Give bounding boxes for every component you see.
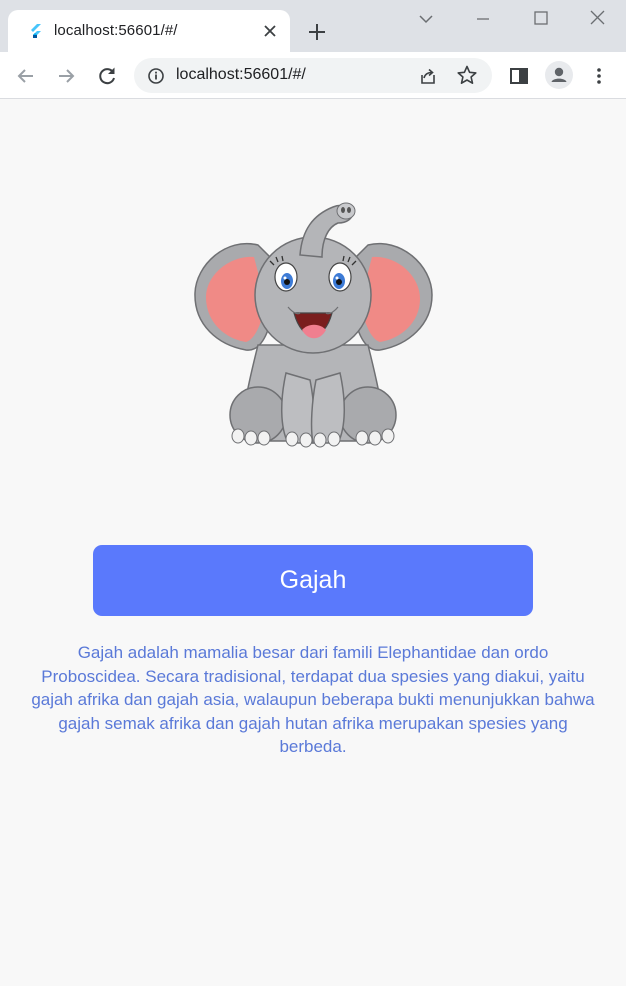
tab-title: localhost:56601/#/ [54,22,178,39]
animal-name-button[interactable]: Gajah [93,545,533,616]
forward-icon[interactable] [54,64,78,88]
minimize-icon[interactable] [472,8,494,30]
back-icon[interactable] [14,64,38,88]
side-panel-icon[interactable] [507,64,531,88]
flutter-icon [31,24,41,38]
close-window-icon[interactable] [587,8,609,30]
share-icon[interactable] [417,65,439,87]
info-icon[interactable] [146,66,166,86]
animal-description: Gajah adalah mamalia besar dari famili E… [31,643,595,756]
browser-tab[interactable]: localhost:56601/#/ [8,10,290,52]
maximize-icon[interactable] [530,8,552,30]
reload-icon[interactable] [95,64,119,88]
tab-strip: localhost:56601/#/ [0,0,626,52]
elephant-illustration [194,202,433,448]
profile-avatar[interactable] [545,61,573,89]
address-bar[interactable]: localhost:56601/#/ [134,58,492,93]
url-text[interactable]: localhost:56601/#/ [176,66,306,84]
bookmark-star-icon[interactable] [456,64,478,86]
page-content: Gajah Gajah adalah mamalia besar dari fa… [0,100,626,986]
new-tab-icon[interactable] [306,21,328,43]
browser-toolbar: localhost:56601/#/ [0,52,626,99]
person-icon [551,67,567,82]
menu-kebab-icon[interactable] [587,64,611,88]
close-tab-icon[interactable] [260,21,280,41]
tab-search-icon[interactable] [415,8,437,30]
